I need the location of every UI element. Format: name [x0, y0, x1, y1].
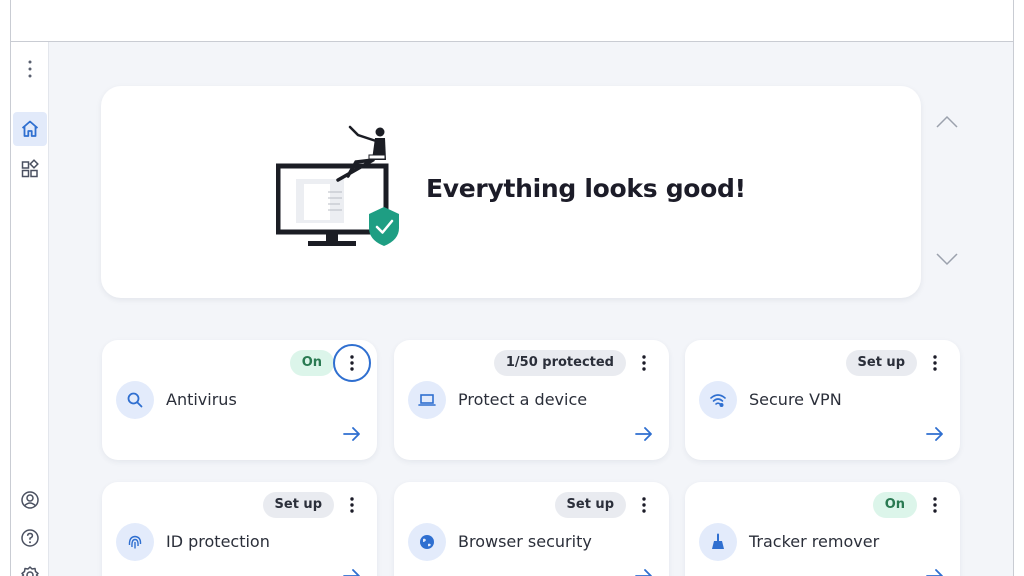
tracker-remover-card[interactable]: On Tracker remover — [685, 482, 960, 576]
protected-computer-illustration — [276, 125, 399, 246]
status-badge: Set up — [554, 492, 626, 518]
status-badge: 1/50 protected — [493, 350, 626, 376]
sidebar-item-apps[interactable] — [13, 152, 47, 186]
arrow-right-icon[interactable] — [926, 569, 944, 576]
card-menu-button[interactable] — [916, 344, 954, 382]
card-label: Tracker remover — [749, 532, 880, 551]
card-menu-button[interactable] — [916, 486, 954, 524]
arrow-right-icon[interactable] — [926, 427, 944, 441]
antivirus-card[interactable]: On Antivirus — [102, 340, 377, 460]
help-icon — [21, 529, 39, 547]
more-options-button[interactable] — [13, 52, 47, 86]
sidebar-item-home[interactable] — [13, 112, 47, 146]
wifi-icon — [699, 381, 737, 419]
status-title: Everything looks good! — [426, 174, 746, 203]
card-menu-button[interactable] — [333, 486, 371, 524]
laptop-icon — [408, 381, 446, 419]
status-badge: Set up — [845, 350, 917, 376]
id-protection-card[interactable]: Set up ID protection — [102, 482, 377, 576]
gear-icon — [21, 566, 39, 576]
vertical-dots-icon — [350, 355, 354, 371]
arrow-right-icon[interactable] — [343, 569, 361, 576]
sidebar-item-help[interactable] — [13, 521, 47, 555]
vertical-dots-icon — [350, 497, 354, 513]
main-content: Everything looks good! On Antivirus 1/50… — [49, 42, 1013, 576]
card-label: Antivirus — [166, 390, 237, 409]
vertical-dots-icon — [933, 355, 937, 371]
globe-icon — [408, 523, 446, 561]
search-icon — [116, 381, 154, 419]
card-menu-button[interactable] — [333, 344, 371, 382]
account-icon — [21, 491, 39, 509]
arrow-right-icon[interactable] — [343, 427, 361, 441]
sidebar-item-settings[interactable] — [13, 558, 47, 576]
status-badge: On — [289, 350, 334, 376]
secure-vpn-card[interactable]: Set up Secure VPN — [685, 340, 960, 460]
card-menu-button[interactable] — [625, 344, 663, 382]
home-icon — [21, 120, 39, 137]
card-label: Browser security — [458, 532, 592, 551]
vertical-dots-icon — [28, 60, 32, 78]
card-label: Protect a device — [458, 390, 588, 409]
vertical-dots-icon — [642, 355, 646, 371]
title-bar — [11, 0, 1013, 42]
card-menu-button[interactable] — [625, 486, 663, 524]
broom-icon — [699, 523, 737, 561]
scroll-down-icon[interactable] — [936, 252, 958, 266]
vertical-dots-icon — [642, 497, 646, 513]
sidebar-item-account[interactable] — [13, 483, 47, 517]
app-window: Everything looks good! On Antivirus 1/50… — [10, 0, 1014, 576]
status-badge: Set up — [262, 492, 334, 518]
fingerprint-icon — [116, 523, 154, 561]
protect-device-card[interactable]: 1/50 protected Protect a device — [394, 340, 669, 460]
scroll-up-icon[interactable] — [936, 115, 958, 129]
sidebar — [11, 42, 49, 576]
vertical-dots-icon — [933, 497, 937, 513]
card-label: Secure VPN — [749, 390, 842, 409]
arrow-right-icon[interactable] — [635, 569, 653, 576]
arrow-right-icon[interactable] — [635, 427, 653, 441]
browser-security-card[interactable]: Set up Browser security — [394, 482, 669, 576]
apps-grid-icon — [21, 159, 39, 178]
status-banner: Everything looks good! — [101, 86, 921, 298]
status-badge: On — [872, 492, 917, 518]
card-label: ID protection — [166, 532, 270, 551]
